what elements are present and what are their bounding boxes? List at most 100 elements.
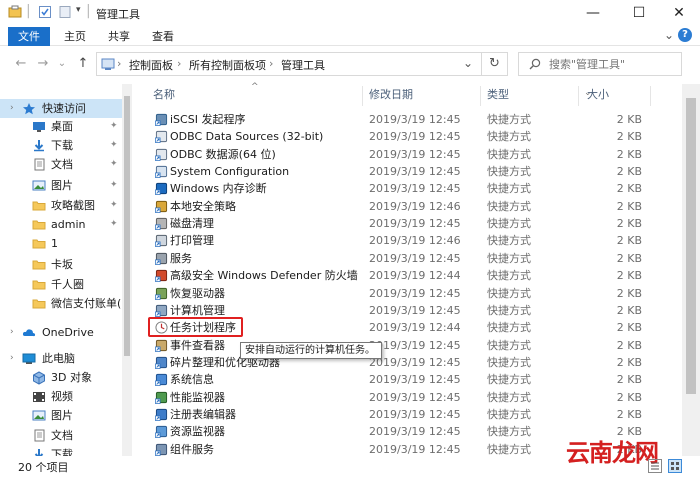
folder-icon <box>32 237 46 249</box>
recent-locations-button[interactable]: ⌄ <box>56 55 68 73</box>
nav-item-0[interactable]: › 快速访问 <box>0 99 122 118</box>
registry-icon <box>155 408 168 421</box>
nav-item-6[interactable]: admin ✦ <box>0 215 122 234</box>
file-row[interactable]: 磁盘清理 2019/3/19 12:45 快捷方式 2 KB <box>148 215 682 232</box>
file-name: 性能监视器 <box>170 390 225 404</box>
column-date[interactable]: 修改日期 <box>369 84 413 106</box>
file-row[interactable]: ODBC 数据源(64 位) 2019/3/19 12:45 快捷方式 2 KB <box>148 146 682 163</box>
column-separator[interactable] <box>578 86 579 106</box>
highlight-box <box>148 317 243 337</box>
column-separator[interactable] <box>362 86 363 106</box>
up-button[interactable]: ↑ <box>74 55 92 73</box>
nav-item-1[interactable]: 桌面 ✦ <box>0 117 122 136</box>
folder-icon <box>32 258 46 270</box>
breadcrumb-all-items[interactable]: 所有控制面板项 <box>189 57 266 73</box>
file-row[interactable]: 打印管理 2019/3/19 12:46 快捷方式 2 KB <box>148 232 682 249</box>
file-row[interactable]: iSCSI 发起程序 2019/3/19 12:45 快捷方式 2 KB <box>148 111 682 128</box>
file-date: 2019/3/19 12:45 <box>369 182 461 196</box>
properties-check-icon[interactable] <box>38 5 52 19</box>
file-size: 2 KB <box>616 113 642 126</box>
nav-item-9[interactable]: 千人圈 <box>0 275 122 294</box>
expand-chevron-icon[interactable]: › <box>10 323 14 342</box>
file-row[interactable]: 性能监视器 2019/3/19 12:45 快捷方式 2 KB <box>148 389 682 406</box>
back-button[interactable]: ← <box>12 55 30 73</box>
nav-item-2[interactable]: 下载 ✦ <box>0 136 122 155</box>
breadcrumb-control-panel[interactable]: 控制面板 <box>129 57 173 73</box>
tab-share[interactable]: 共享 <box>108 27 130 46</box>
address-bar[interactable]: › 控制面板 › 所有控制面板项 › 管理工具 ⌄ <box>96 52 482 76</box>
file-size: 2 KB <box>616 321 642 335</box>
title-separator: | <box>86 3 91 19</box>
address-dropdown-button[interactable]: ⌄ <box>463 56 473 70</box>
quick-access-separator: | <box>26 3 31 19</box>
nav-item-10[interactable]: 微信支付账单(20 <box>0 294 122 313</box>
nav-item-13[interactable]: 3D 对象 <box>0 368 122 387</box>
column-type[interactable]: 类型 <box>487 84 509 106</box>
nav-item-label: 文档 <box>51 158 73 171</box>
file-date: 2019/3/19 12:46 <box>369 234 461 248</box>
file-date: 2019/3/19 12:45 <box>369 303 461 317</box>
nav-item-15[interactable]: 图片 <box>0 406 122 425</box>
folder-icon <box>32 278 46 290</box>
file-row[interactable]: 服务 2019/3/19 12:45 快捷方式 2 KB <box>148 250 682 267</box>
file-row[interactable]: 本地安全策略 2019/3/19 12:46 快捷方式 2 KB <box>148 198 682 215</box>
file-row[interactable]: 高级安全 Windows Defender 防火墙 2019/3/19 12:44… <box>148 267 682 284</box>
column-size[interactable]: 大小 <box>587 84 609 106</box>
file-row[interactable]: 碎片整理和优化驱动器 2019/3/19 12:45 快捷方式 2 KB <box>148 354 682 371</box>
column-separator[interactable] <box>480 86 481 106</box>
large-icons-view-icon[interactable] <box>668 459 682 473</box>
refresh-button[interactable]: ↻ <box>482 52 508 76</box>
expand-chevron-icon[interactable]: › <box>10 99 14 118</box>
column-name[interactable]: 名称 <box>153 84 175 106</box>
nav-item-16[interactable]: 文档 <box>0 426 122 445</box>
nav-item-7[interactable]: 1 <box>0 234 122 253</box>
file-date: 2019/3/19 12:45 <box>369 355 461 369</box>
file-row[interactable]: 系统信息 2019/3/19 12:45 快捷方式 2 KB <box>148 371 682 388</box>
ribbon-bar <box>0 26 700 46</box>
pin-icon: ✦ <box>110 180 118 190</box>
file-size: 2 KB <box>616 130 642 144</box>
file-row[interactable]: 注册表编辑器 2019/3/19 12:45 快捷方式 2 KB <box>148 406 682 423</box>
search-input[interactable] <box>549 57 675 71</box>
event-viewer-icon <box>155 339 168 352</box>
nav-item-11[interactable]: › OneDrive <box>0 323 122 342</box>
file-list-scrollbar-thumb[interactable] <box>686 98 696 394</box>
nav-item-12[interactable]: › 此电脑 <box>0 349 122 368</box>
file-name: System Configuration <box>170 165 290 179</box>
search-box[interactable] <box>518 52 682 76</box>
tab-home[interactable]: 主页 <box>64 27 86 46</box>
file-size: 2 KB <box>616 165 642 179</box>
tab-view[interactable]: 查看 <box>152 27 174 46</box>
nav-item-5[interactable]: 攻略截图 ✦ <box>0 196 122 215</box>
column-separator[interactable] <box>650 86 651 106</box>
cube-icon <box>32 371 46 385</box>
file-row[interactable]: 恢复驱动器 2019/3/19 12:45 快捷方式 2 KB <box>148 285 682 302</box>
tab-file[interactable]: 文件 <box>8 27 50 46</box>
customize-toolbar-icon[interactable]: ▾ <box>76 5 81 15</box>
nav-item-label: OneDrive <box>42 326 94 339</box>
file-row[interactable]: Windows 内存诊断 2019/3/19 12:45 快捷方式 2 KB <box>148 180 682 197</box>
expand-chevron-icon[interactable]: › <box>10 349 14 368</box>
folder-properties-icon[interactable] <box>8 5 22 19</box>
file-row[interactable]: ODBC Data Sources (32-bit) 2019/3/19 12:4… <box>148 128 682 145</box>
new-folder-quick-icon[interactable] <box>58 5 72 19</box>
star-icon <box>22 102 36 115</box>
details-view-icon[interactable] <box>648 459 662 473</box>
file-row[interactable]: 事件查看器 2019/3/19 12:45 快捷方式 2 KB <box>148 337 682 354</box>
nav-item-8[interactable]: 卡坂 <box>0 255 122 274</box>
picture-icon <box>32 179 46 191</box>
nav-item-3[interactable]: 文档 ✦ <box>0 155 122 174</box>
breadcrumb-admin-tools[interactable]: 管理工具 <box>281 57 325 73</box>
close-button[interactable]: ✕ <box>656 0 700 26</box>
nav-item-14[interactable]: 视频 <box>0 387 122 406</box>
help-button[interactable]: ? <box>678 28 692 42</box>
component-services-icon <box>155 443 168 456</box>
nav-item-4[interactable]: 图片 ✦ <box>0 176 122 195</box>
file-date: 2019/3/19 12:45 <box>369 407 461 421</box>
minimize-button[interactable]: — <box>570 0 616 26</box>
folder-icon <box>32 297 46 309</box>
ribbon-expand-button[interactable]: ⌄ <box>664 28 674 42</box>
nav-scrollbar-thumb[interactable] <box>124 96 130 356</box>
forward-button[interactable]: → <box>34 55 52 73</box>
file-row[interactable]: System Configuration 2019/3/19 12:45 快捷方式 2… <box>148 163 682 180</box>
